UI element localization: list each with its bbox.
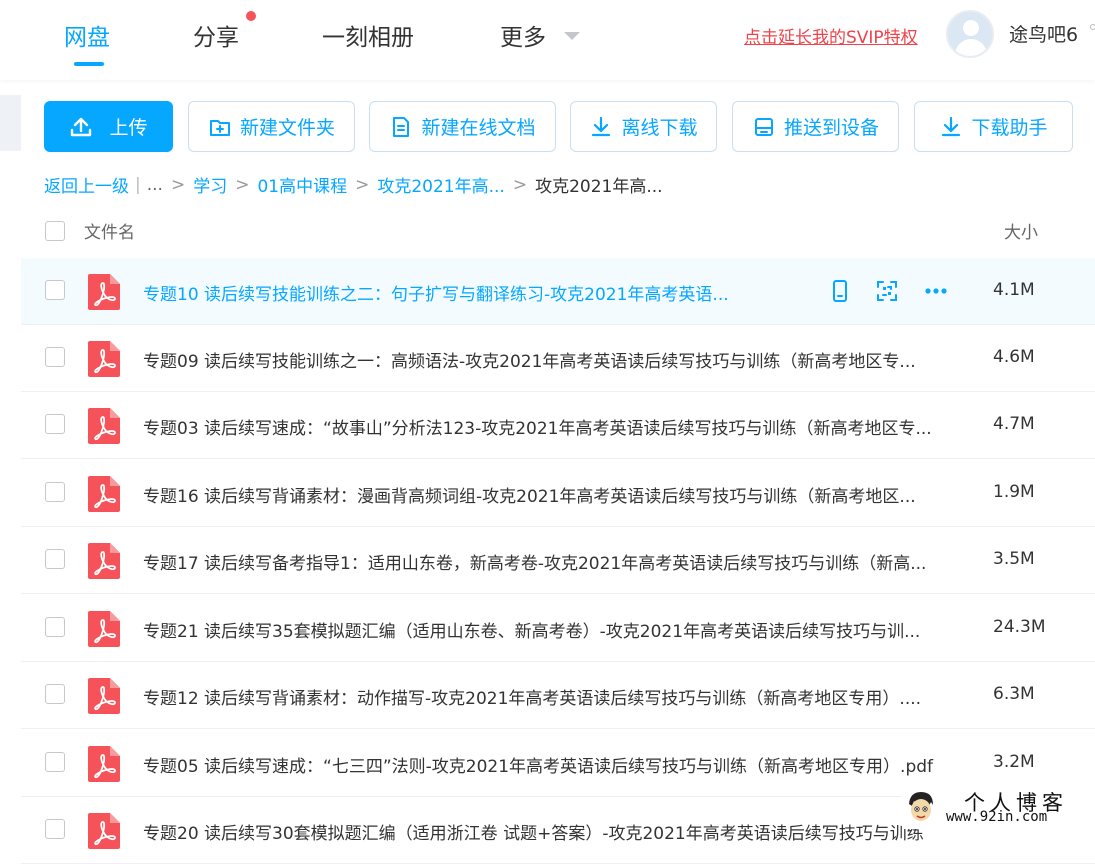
- breadcrumb-item-study[interactable]: 学习: [193, 172, 227, 197]
- breadcrumb-back[interactable]: 返回上一级: [44, 172, 129, 197]
- breadcrumb-item-parent[interactable]: 攻克2021年高...: [377, 172, 504, 197]
- file-name[interactable]: 专题21 读后续写35套模拟题汇编（适用山东卷、新高考卷）-攻克2021年高考英…: [143, 617, 963, 642]
- upload-label: 上传: [109, 117, 148, 139]
- qr-scan-icon[interactable]: [874, 278, 900, 304]
- nav-share[interactable]: 分享: [193, 18, 239, 52]
- pdf-file-icon: [88, 341, 120, 377]
- file-size: 3.2M: [993, 752, 1035, 772]
- folder-plus-icon: [209, 119, 230, 136]
- table-row[interactable]: 专题17 读后续写备考指导1：适用山东卷，新高考卷-攻克2021年高考英语读后续…: [21, 527, 1095, 594]
- upload-icon: [71, 117, 92, 136]
- pdf-file-icon: [88, 408, 120, 444]
- file-size: 4.7M: [993, 414, 1035, 434]
- pdf-file-icon: [88, 813, 120, 849]
- pdf-file-icon: [88, 476, 120, 512]
- file-size: 24.3M: [993, 617, 1046, 637]
- file-size: 4.1M: [993, 280, 1035, 300]
- table-row[interactable]: 专题10 读后续写技能训练之二：句子扩写与翻译练习-攻克2021年高考英语...…: [21, 258, 1095, 325]
- table-row[interactable]: 专题12 读后续写背诵素材：动作描写-攻克2021年高考英语读后续写技巧与训练（…: [21, 662, 1095, 729]
- nav-netdisk[interactable]: 网盘: [64, 18, 110, 52]
- pdf-file-icon: [88, 274, 120, 310]
- table-row[interactable]: 专题09 读后续写技能训练之一：高频语法-攻克2021年高考英语读后续写技巧与训…: [21, 325, 1095, 392]
- download-icon: [592, 116, 611, 136]
- file-name[interactable]: 专题09 读后续写技能训练之一：高频语法-攻克2021年高考英语读后续写技巧与训…: [143, 347, 963, 372]
- file-name[interactable]: 专题17 读后续写备考指导1：适用山东卷，新高考卷-攻克2021年高考英语读后续…: [143, 549, 963, 574]
- phone-icon[interactable]: [827, 278, 853, 304]
- nav-active-indicator: [74, 62, 104, 66]
- push-to-device-button[interactable]: 推送到设备: [732, 101, 899, 152]
- column-header-filename[interactable]: 文件名: [84, 218, 135, 243]
- new-online-doc-label: 新建在线文档: [421, 117, 536, 139]
- row-checkbox[interactable]: [45, 684, 65, 704]
- nav-more[interactable]: 更多: [500, 18, 546, 52]
- breadcrumb-ellipsis[interactable]: ...: [147, 175, 163, 195]
- cartoon-face-logo: [909, 792, 933, 821]
- breadcrumb: 返回上一级 | ... > 学习 > 01高中课程 > 攻克2021年高... …: [44, 172, 663, 198]
- more-options-icon[interactable]: [923, 278, 949, 304]
- document-icon: [393, 116, 410, 137]
- row-checkbox[interactable]: [45, 280, 65, 300]
- row-checkbox[interactable]: [45, 549, 65, 569]
- breadcrumb-separator: >: [235, 174, 250, 195]
- column-header-size[interactable]: 大小: [1004, 218, 1038, 243]
- avatar-head-shape: [963, 20, 979, 36]
- pdf-file-icon: [88, 678, 120, 714]
- download-helper-button[interactable]: 下载助手: [914, 101, 1073, 152]
- breadcrumb-separator: >: [512, 174, 528, 195]
- breadcrumb-divider: |: [135, 174, 141, 195]
- pdf-file-icon: [88, 543, 120, 579]
- offline-download-label: 离线下载: [621, 117, 698, 139]
- file-name[interactable]: 专题20 读后续写30套模拟题汇编（适用浙江卷 试题+答案）-攻克2021年高考…: [143, 819, 963, 844]
- watermark-url: www.92in.com: [946, 809, 1048, 825]
- row-checkbox[interactable]: [45, 819, 65, 839]
- new-online-doc-button[interactable]: 新建在线文档: [369, 101, 556, 152]
- breadcrumb-separator: >: [170, 174, 186, 195]
- row-checkbox[interactable]: [45, 414, 65, 434]
- table-row[interactable]: 专题03 读后续写速成：“故事山”分析法123-攻克2021年高考英语读后续写技…: [21, 392, 1095, 459]
- file-size: 6.3M: [993, 684, 1035, 704]
- new-folder-button[interactable]: 新建文件夹: [188, 101, 355, 152]
- row-checkbox[interactable]: [45, 482, 65, 502]
- edge-partial-icon: [1090, 24, 1095, 30]
- svip-renew-link[interactable]: 点击延长我的SVIP特权: [744, 23, 918, 48]
- avatar[interactable]: [946, 10, 994, 58]
- device-icon: [754, 117, 773, 136]
- left-sidebar-edge: [0, 95, 21, 151]
- file-name[interactable]: 专题16 读后续写背诵素材：漫画背高频词组-攻克2021年高考英语读后续写技巧与…: [143, 482, 963, 507]
- download-helper-icon: [942, 116, 961, 136]
- select-all-checkbox[interactable]: [45, 221, 65, 241]
- file-size: 1.9M: [993, 482, 1035, 502]
- new-folder-label: 新建文件夹: [239, 117, 335, 139]
- avatar-body-shape: [955, 39, 987, 56]
- table-row[interactable]: 专题21 读后续写35套模拟题汇编（适用山东卷、新高考卷）-攻克2021年高考英…: [21, 595, 1095, 662]
- row-checkbox[interactable]: [45, 617, 65, 637]
- download-helper-label: 下载助手: [971, 117, 1048, 139]
- row-checkbox[interactable]: [45, 752, 65, 772]
- push-to-device-label: 推送到设备: [783, 117, 879, 139]
- chevron-down-icon[interactable]: [564, 32, 580, 40]
- top-nav-bar: 网盘 分享 一刻相册 更多 点击延长我的SVIP特权 途鸟吧6: [0, 0, 1095, 80]
- nav-album[interactable]: 一刻相册: [322, 18, 414, 52]
- notification-dot: [246, 11, 256, 21]
- upload-button[interactable]: 上传: [44, 101, 173, 152]
- breadcrumb-item-course[interactable]: 01高中课程: [257, 172, 347, 197]
- breadcrumb-separator: >: [355, 174, 370, 195]
- file-name[interactable]: 专题10 读后续写技能训练之二：句子扩写与翻译练习-攻克2021年高考英语...: [143, 280, 755, 305]
- watermark: 个人博客 www.92in.com: [902, 787, 1095, 829]
- row-checkbox[interactable]: [45, 347, 65, 367]
- offline-download-button[interactable]: 离线下载: [570, 101, 717, 152]
- pdf-file-icon: [88, 611, 120, 647]
- file-size: 3.5M: [993, 549, 1035, 569]
- table-row[interactable]: 专题16 读后续写背诵素材：漫画背高频词组-攻克2021年高考英语读后续写技巧与…: [21, 460, 1095, 527]
- pdf-file-icon: [88, 746, 120, 782]
- username[interactable]: 途鸟吧6: [1009, 20, 1078, 47]
- file-name[interactable]: 专题05 读后续写速成：“七三四”法则-攻克2021年高考英语读后续写技巧与训练…: [143, 752, 963, 777]
- file-size: 4.6M: [993, 347, 1035, 367]
- file-name[interactable]: 专题03 读后续写速成：“故事山”分析法123-攻克2021年高考英语读后续写技…: [143, 414, 963, 439]
- breadcrumb-current: 攻克2021年高...: [535, 177, 663, 197]
- file-name[interactable]: 专题12 读后续写背诵素材：动作描写-攻克2021年高考英语读后续写技巧与训练（…: [143, 684, 963, 709]
